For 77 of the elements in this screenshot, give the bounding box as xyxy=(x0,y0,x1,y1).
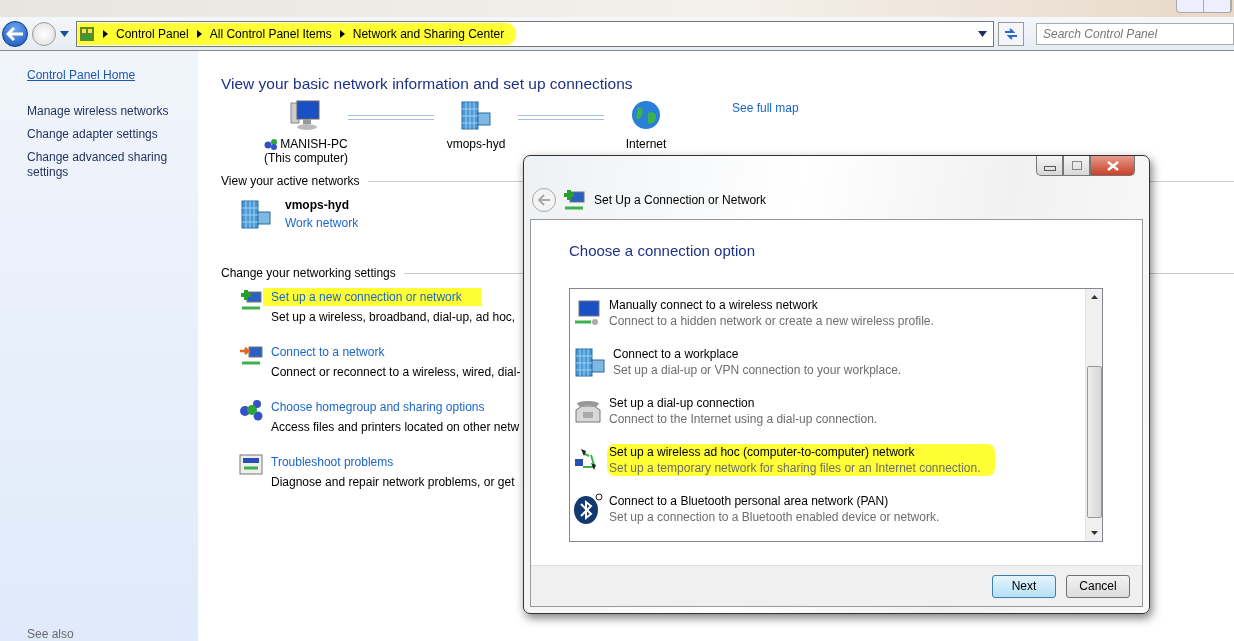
task-description: Connect or reconnect to a wireless, wired, dial- xyxy=(271,365,521,379)
chevron-icon xyxy=(339,29,345,38)
refresh-icon xyxy=(1003,26,1019,41)
back-arrow-icon xyxy=(6,26,24,41)
option-title: Connect to a Bluetooth personal area network (PAN) xyxy=(609,493,890,508)
option-description: Set up a temporary network for sharing files or an Internet connection. xyxy=(609,460,981,475)
minimize-button[interactable] xyxy=(1036,156,1063,176)
sidebar-link[interactable]: Manage wireless networks xyxy=(27,104,177,119)
computer-icon xyxy=(289,99,323,131)
chevron-icon xyxy=(103,29,108,38)
option-title: Set up a wireless ad hoc (computer-to-computer) network xyxy=(609,444,916,459)
search-field[interactable]: Search Control Panel xyxy=(1036,22,1234,45)
see-full-map-link[interactable]: See full map xyxy=(732,101,799,115)
option-title: Connect to a workplace xyxy=(613,346,740,361)
control-panel-icon xyxy=(79,25,95,42)
scroll-up-icon[interactable] xyxy=(1090,295,1098,299)
breadcrumb[interactable]: Network and Sharing Center xyxy=(352,26,505,41)
page-title: View your basic network information and set up connections xyxy=(221,75,634,93)
node-name: MANISH-PC xyxy=(280,137,348,151)
bluetooth-icon xyxy=(573,492,603,525)
maximize-button[interactable] xyxy=(1063,156,1090,176)
option-item[interactable]: Set up a dial-up connection Connect to the Internet using a dial-up connection. xyxy=(573,394,1085,427)
building-icon xyxy=(459,99,493,131)
option-description: Set up a dial-up or VPN connection to your workplace. xyxy=(613,362,902,377)
task-description: Set up a wireless, broadband, dial-up, ad hoc, xyxy=(271,310,516,324)
see-also-heading: See also xyxy=(27,627,75,641)
back-arrow-icon xyxy=(537,194,551,206)
option-item[interactable]: Connect to a Bluetooth personal area network (PAN) Set up a connection to a Bluetooth enabled device or network. xyxy=(573,492,1085,525)
network-spheres-icon xyxy=(264,138,279,150)
option-description: Set up a connection to a Bluetooth enabled device or network. xyxy=(609,509,940,524)
option-description: Connect to a hidden network or create a new wireless profile. xyxy=(609,313,934,328)
node-subtitle: (This computer) xyxy=(264,151,348,166)
dialog-button[interactable]: Cancel xyxy=(1066,574,1130,598)
globe-icon xyxy=(630,99,662,131)
home-link[interactable]: Control Panel Home xyxy=(27,68,198,82)
sidebar-link[interactable]: Change adapter settings xyxy=(27,127,177,142)
refresh-button[interactable] xyxy=(998,21,1024,46)
dropdown-arrow-icon[interactable] xyxy=(60,30,69,37)
building-icon xyxy=(239,198,273,230)
node-name: Internet xyxy=(625,137,667,151)
dialog-button[interactable]: Next xyxy=(992,574,1056,598)
section-heading: View your active networks xyxy=(221,174,360,188)
network-plus-icon xyxy=(239,288,265,312)
building-icon xyxy=(573,345,607,378)
diagnostic-window-icon xyxy=(239,453,265,477)
scroll-down-icon[interactable] xyxy=(1090,531,1098,535)
address-bar[interactable]: Control Panel All Control Panel Items Network and Sharing Center xyxy=(76,20,994,47)
task-link[interactable]: Set up a new connection or network xyxy=(263,288,482,306)
section-heading: Change your networking settings xyxy=(221,266,396,280)
network-name: vmops-hyd xyxy=(285,198,350,212)
network-plus-icon xyxy=(562,188,588,212)
option-title: Set up a dial-up connection xyxy=(609,395,756,410)
option-item[interactable]: Manually connect to a wireless network Connect to a hidden network or create a new wireless profile. xyxy=(573,296,1085,329)
sidebar-link[interactable]: Change advanced sharing settings xyxy=(27,150,177,180)
spheres-icon xyxy=(239,398,265,422)
task-link[interactable]: Connect to a network xyxy=(271,343,389,361)
chevron-icon xyxy=(196,29,202,38)
breadcrumb[interactable]: Control Panel xyxy=(116,26,189,41)
task-link[interactable]: Choose homegroup and sharing options xyxy=(271,398,489,416)
option-item[interactable]: Connect to a workplace Set up a dial-up or VPN connection to your workplace. xyxy=(573,345,1085,378)
option-description: Connect to the Internet using a dial-up connection. xyxy=(609,411,878,426)
breadcrumb[interactable]: All Control Panel Items xyxy=(209,26,332,41)
dialog-title: Set Up a Connection or Network xyxy=(594,193,767,207)
network-arrow-icon xyxy=(239,343,265,367)
computer-cable-icon xyxy=(573,297,603,328)
dialog-heading: Choose a connection option xyxy=(569,242,756,259)
option-title: Manually connect to a wireless network xyxy=(609,297,819,312)
dropdown-arrow-icon[interactable] xyxy=(978,30,987,37)
task-description: Diagnose and repair network problems, or get xyxy=(271,475,515,489)
task-description: Access files and printers located on other netw xyxy=(271,420,520,434)
network-type-link[interactable]: Work network xyxy=(285,216,359,230)
close-button[interactable] xyxy=(1090,156,1135,176)
task-link[interactable]: Troubleshoot problems xyxy=(271,453,398,471)
close-icon xyxy=(1106,160,1119,171)
node-name: vmops-hyd xyxy=(446,137,506,151)
scrollbar[interactable] xyxy=(1085,289,1102,541)
back-button[interactable] xyxy=(2,20,28,47)
